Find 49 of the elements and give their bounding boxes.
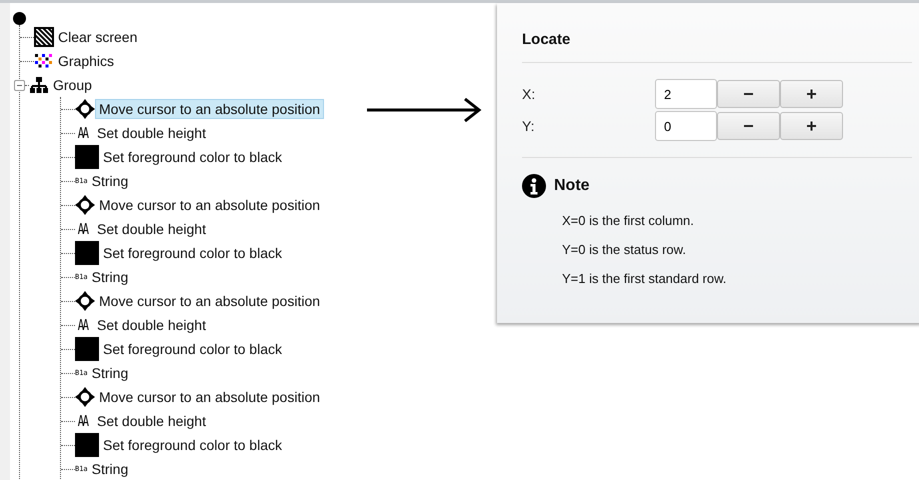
crosshair-icon xyxy=(75,387,95,407)
tree-item[interactable]: Set double height xyxy=(93,315,210,335)
crosshair-icon xyxy=(75,195,95,215)
tree-item[interactable]: Set foreground color to black xyxy=(99,339,286,359)
decrement-button[interactable]: − xyxy=(717,80,780,108)
tree-item[interactable]: String xyxy=(88,171,132,191)
double-height-icon: AA xyxy=(78,220,90,238)
hatched-square-icon xyxy=(34,27,54,47)
field-label: X: xyxy=(522,86,536,102)
decrement-button[interactable]: − xyxy=(717,112,780,140)
crosshair-icon xyxy=(75,291,95,311)
number-field[interactable]: 0 xyxy=(655,111,717,141)
note-title: Note xyxy=(554,177,590,195)
tree-item[interactable]: Set double height xyxy=(93,123,210,143)
filled-square-icon xyxy=(75,337,99,361)
note-text: Y=1 is the first standard row. xyxy=(562,270,728,288)
info-icon xyxy=(522,174,546,198)
tree-item[interactable]: Move cursor to an absolute position xyxy=(95,387,324,407)
hierarchy-icon xyxy=(29,75,49,95)
double-height-icon: AA xyxy=(78,412,90,430)
tree-item[interactable]: Clear screen xyxy=(54,27,142,47)
note-text: Y=0 is the status row. xyxy=(562,241,687,259)
crosshair-icon xyxy=(75,99,95,119)
tree-item[interactable]: String xyxy=(88,363,132,383)
tree-item[interactable]: Group xyxy=(49,75,96,95)
tree-item[interactable]: Set foreground color to black xyxy=(99,147,286,167)
note-text: X=0 is the first column. xyxy=(562,212,695,230)
tree-item[interactable]: Move cursor to an absolute position xyxy=(95,195,324,215)
collapse-toggle[interactable] xyxy=(14,80,25,90)
increment-button[interactable]: + xyxy=(780,80,843,108)
tree-item[interactable]: Move cursor to an absolute position xyxy=(95,99,324,119)
double-height-icon: AA xyxy=(78,316,90,334)
tree-item[interactable]: String xyxy=(88,267,132,287)
tree-item[interactable]: String xyxy=(88,459,132,479)
panel-title: Locate xyxy=(522,30,572,50)
filled-square-icon xyxy=(75,145,99,169)
tree-item[interactable]: Set foreground color to black xyxy=(99,435,286,455)
root-node-icon xyxy=(13,12,26,25)
tree-item[interactable]: Set double height xyxy=(93,411,210,431)
field-label: Y: xyxy=(522,118,536,134)
tree-item[interactable]: Move cursor to an absolute position xyxy=(95,291,324,311)
increment-button[interactable]: + xyxy=(780,112,843,140)
filled-square-icon xyxy=(75,241,99,265)
number-field[interactable]: 2 xyxy=(655,79,717,109)
tree-item[interactable]: Graphics xyxy=(54,51,118,71)
tree-item[interactable]: Set foreground color to black xyxy=(99,243,286,263)
filled-square-icon xyxy=(75,433,99,457)
tree-item[interactable]: Set double height xyxy=(93,219,210,239)
double-height-icon: AA xyxy=(78,124,90,142)
